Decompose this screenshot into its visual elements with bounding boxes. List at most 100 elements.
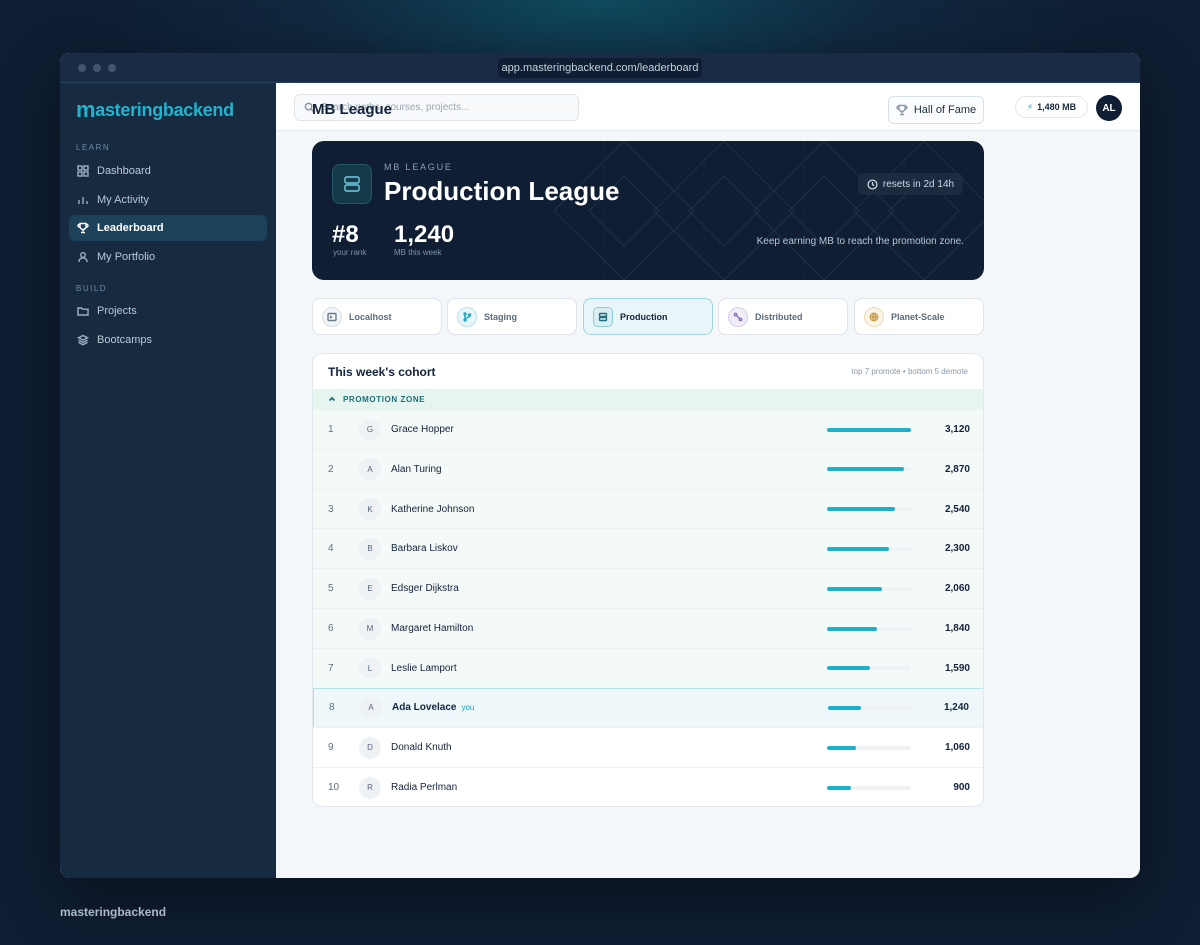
your-rank-label: your rank — [333, 248, 367, 257]
tier-label: Planet-Scale — [891, 311, 945, 322]
sidebar-item-my-portfolio[interactable]: My Portfolio — [69, 244, 267, 270]
row-avatar: L — [359, 657, 381, 680]
network-icon — [733, 312, 743, 321]
address-bar[interactable]: app.masteringbackend.com/leaderboard — [498, 58, 702, 78]
score-bar-fill — [827, 785, 852, 790]
row-score: 1,840 — [944, 623, 970, 634]
table-row[interactable]: 7 L Leslie Lamport 1,590 — [313, 647, 983, 688]
production-league-icon — [332, 164, 372, 204]
table-row[interactable]: 8 A Ada Lovelace you 1,240 — [313, 687, 983, 728]
tier-tab-production[interactable]: Production — [583, 298, 713, 335]
row-name-text: Radia Perlman — [391, 782, 458, 794]
score-bar-fill — [827, 546, 889, 551]
sidebar-item-bootcamps[interactable]: Bootcamps — [69, 327, 267, 353]
window-dot-minimize[interactable] — [93, 64, 101, 72]
row-score: 1,240 — [943, 702, 969, 714]
table-row[interactable]: 5 E Edsger Dijkstra 2,060 — [313, 568, 983, 609]
score-bar-track — [827, 507, 911, 512]
tier-tab-planet-scale[interactable]: Planet-Scale — [854, 298, 984, 335]
row-name-text: Katherine Johnson — [391, 503, 475, 515]
bar-chart-icon — [78, 197, 88, 204]
row-name: Edsger Dijkstra — [391, 583, 459, 594]
table-row[interactable]: 3 K Katherine Johnson 2,540 — [313, 488, 983, 529]
row-score: 1,060 — [944, 742, 970, 754]
browser-titlebar: app.masteringbackend.com/leaderboard — [60, 53, 1140, 83]
user-avatar[interactable]: AL — [1096, 95, 1122, 121]
table-row[interactable]: 9 D Donald Knuth 1,060 — [313, 727, 983, 767]
row-rank: 7 — [328, 662, 334, 674]
row-name-text: Ada Lovelace — [392, 702, 457, 714]
tier-tab-staging[interactable]: Staging — [447, 298, 577, 335]
table-row[interactable]: 2 A Alan Turing 2,870 — [313, 448, 983, 489]
sidebar-item-my-activity[interactable]: My Activity — [69, 187, 267, 213]
mb-this-week-value: 1,240 — [394, 221, 455, 248]
sidebar-item-dashboard[interactable]: Dashboard — [69, 158, 267, 184]
row-avatar: A — [359, 458, 381, 481]
sidebar-item-leaderboard[interactable]: Leaderboard — [69, 215, 267, 241]
row-rank: 6 — [328, 623, 334, 634]
table-row[interactable]: 6 M Margaret Hamilton 1,840 — [313, 608, 983, 648]
row-name: Margaret Hamilton — [391, 623, 473, 634]
score-bar-track — [827, 546, 911, 551]
score-bar-track — [827, 666, 911, 671]
diamond-pattern — [554, 141, 984, 280]
folder-icon — [77, 307, 89, 316]
score-bar-track — [827, 626, 911, 631]
row-name-text: Grace Hopper — [391, 424, 454, 435]
clock-icon — [867, 178, 878, 190]
server-icon — [598, 312, 608, 321]
tier-tab-distributed[interactable]: Distributed — [718, 298, 848, 335]
hall-of-fame-label: Hall of Fame — [913, 104, 977, 116]
tier-label: Staging — [484, 311, 517, 322]
sidebar-item-label: My Portfolio — [97, 251, 156, 263]
score-bar-fill — [827, 626, 877, 631]
row-name: Radia Perlman — [391, 782, 457, 793]
tier-label: Distributed — [755, 311, 803, 322]
row-name: Leslie Lamport — [391, 663, 457, 674]
row-rank: 9 — [328, 742, 334, 754]
score-bar-fill — [828, 705, 862, 710]
sidebar-item-label: My Activity — [97, 194, 149, 206]
row-avatar: G — [359, 418, 381, 441]
you-tag: you — [461, 703, 475, 713]
tier-icon-wrap — [864, 306, 884, 327]
row-score: 2,060 — [944, 583, 970, 595]
mb-credits-value: 1,480 MB — [1037, 102, 1077, 112]
score-bar-track — [827, 785, 911, 790]
row-avatar: A — [360, 696, 382, 719]
sidebar: m asteringbackend LEARN Dashboard My Acti… — [60, 83, 276, 878]
row-score: 2,540 — [944, 503, 970, 515]
tier-tab-localhost[interactable]: Localhost — [312, 298, 442, 335]
table-row[interactable]: 1 G Grace Hopper 3,120 — [313, 409, 983, 449]
row-avatar: B — [359, 537, 381, 560]
promotion-zone-header[interactable]: PROMOTION ZONE — [313, 389, 983, 409]
page-title: MB League — [312, 101, 393, 118]
logo-text: asteringbackend — [95, 99, 234, 120]
cohort-leaderboard-card: This week's cohort top 7 promote • botto… — [312, 353, 984, 807]
footer-brand: masteringbackend — [60, 905, 167, 919]
window-dot-close[interactable] — [78, 64, 86, 72]
score-bar-track — [828, 705, 912, 710]
row-rank: 5 — [328, 583, 334, 595]
sidebar-item-label: Bootcamps — [97, 334, 153, 346]
sidebar-item-projects[interactable]: Projects — [69, 298, 267, 324]
score-bar-track — [827, 586, 911, 591]
mb-this-week-label: MB this week — [394, 248, 442, 257]
grid-icon — [77, 165, 89, 177]
row-name: Grace Hopper — [391, 424, 454, 435]
table-row[interactable]: 4 B Barbara Liskov 2,300 — [313, 528, 983, 569]
row-name: Donald Knuth — [391, 742, 452, 753]
tier-label: Localhost — [349, 311, 392, 322]
tier-icon-wrap — [728, 306, 748, 327]
reset-timer-text: resets in 2d 14h — [882, 178, 955, 190]
server-icon — [344, 176, 360, 192]
row-score: 2,300 — [944, 543, 970, 555]
brand-logo[interactable]: m asteringbackend — [76, 97, 234, 123]
hall-of-fame-button[interactable]: Hall of Fame — [888, 96, 984, 124]
section-label-learn: LEARN — [76, 143, 111, 152]
window-dot-maximize[interactable] — [108, 64, 116, 72]
score-bar-track — [827, 745, 911, 750]
league-title: Production League — [384, 176, 620, 206]
mb-credits-badge[interactable]: ⚡ 1,480 MB — [1015, 96, 1088, 118]
table-row[interactable]: 10 R Radia Perlman 900 — [313, 767, 983, 806]
